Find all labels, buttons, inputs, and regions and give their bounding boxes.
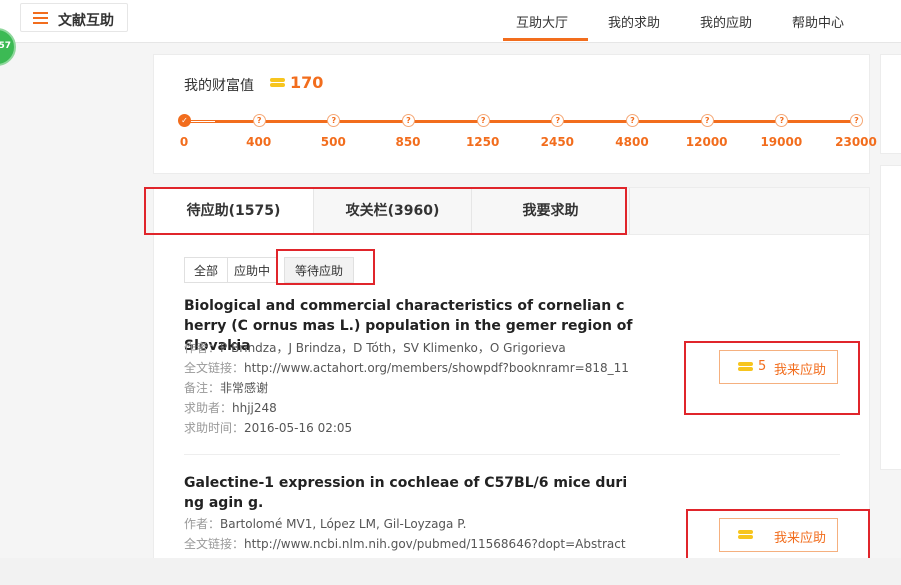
tab-pending[interactable]: 待应助(1575) — [154, 188, 314, 234]
requester-label: 求助者： — [184, 401, 233, 415]
level-node-reached: ✓ — [178, 114, 191, 127]
level-threshold-label: 0 — [179, 135, 189, 149]
request-author: 作者：Bartolomé MV1, López LM, Gil-Loyzaga … — [184, 514, 466, 534]
nav-help-hall[interactable]: 互助大厅 — [516, 12, 568, 31]
wealth-label: 我的财富值 — [184, 78, 254, 94]
tab-request-help[interactable]: 我要求助 — [472, 188, 630, 234]
level-threshold-label: 500 — [320, 135, 346, 149]
level-node: ? — [551, 114, 565, 127]
author-value: P Brindza，J Brindza，D Tóth，SV Klimenko，O… — [220, 341, 566, 355]
request-link: 全文链接：http://www.actahort.org/members/sho… — [184, 358, 629, 378]
request-link: 全文链接：http://www.ncbi.nlm.nih.gov/pubmed/… — [184, 534, 626, 554]
requester-value: hhjj248 — [232, 401, 277, 415]
request-title[interactable]: Galectine-1 expression in cochleae of C5… — [184, 473, 634, 513]
reward-amount: 5 — [758, 359, 767, 374]
level-threshold-label: 400 — [246, 135, 272, 149]
active-nav-indicator — [503, 38, 588, 41]
tab-hard-cases[interactable]: 攻关栏(3960) — [314, 188, 472, 234]
divider — [184, 454, 840, 455]
level-threshold-label: 1250 — [465, 135, 500, 149]
level-threshold-label: 12000 — [685, 135, 728, 149]
note-value: 非常感谢 — [220, 381, 269, 395]
nav-my-requests[interactable]: 我的求助 — [608, 12, 660, 31]
author-label: 作者： — [184, 341, 221, 355]
footer-bar — [0, 558, 901, 585]
nav-my-responses[interactable]: 我的应助 — [700, 12, 752, 31]
hamburger-menu-icon — [33, 12, 48, 24]
level-threshold-label: 19000 — [760, 135, 803, 149]
coin-icon — [738, 362, 753, 374]
answer-request-button[interactable]: 我来应助 — [719, 518, 838, 552]
wealth-card: 我的财富值 170 ✓ 0? 400? 500? 850? 1250? 2450? 4800?… — [153, 54, 877, 174]
answer-request-button[interactable]: 5 我来应助 — [719, 350, 838, 384]
time-label: 求助时间： — [184, 421, 245, 435]
level-threshold-label: 4800 — [615, 135, 649, 149]
time-value: 2016-05-16 02:05 — [244, 421, 353, 435]
level-node: ? — [775, 114, 789, 127]
top-navbar: 文献互助 互助大厅 我的求助 我的应助 帮助中心 — [0, 0, 901, 43]
request-author: 作者：P Brindza，J Brindza，D Tóth，SV Klimenk… — [184, 338, 566, 358]
answer-button-label: 我来应助 — [774, 531, 827, 546]
nav-help-center[interactable]: 帮助中心 — [792, 12, 844, 31]
wealth-value: 170 — [290, 73, 324, 92]
logo-label: 文献互助 — [58, 13, 114, 29]
filter-all[interactable]: 全部 — [184, 257, 228, 283]
request-time: 求助时间：2016-05-16 02:05 — [184, 418, 352, 438]
level-node: ? — [700, 114, 714, 127]
level-threshold-label: 23000 — [835, 135, 877, 149]
filter-waiting[interactable]: 等待应助 — [284, 257, 354, 283]
note-label: 备注： — [184, 381, 221, 395]
library-menu-button[interactable]: 文献互助 — [20, 3, 128, 32]
level-node: ? — [476, 114, 490, 127]
wealth-progress-track — [184, 120, 856, 123]
tab-bar: 待应助(1575) 攻关栏(3960) 我要求助 — [154, 188, 869, 235]
right-panel — [880, 54, 901, 154]
link-label: 全文链接： — [184, 537, 245, 551]
coin-icon — [270, 78, 285, 90]
filter-in-progress[interactable]: 应助中 — [227, 257, 277, 283]
request-note: 备注：非常感谢 — [184, 378, 268, 398]
link-value[interactable]: http://www.actahort.org/members/showpdf?… — [244, 361, 629, 375]
link-value[interactable]: http://www.ncbi.nlm.nih.gov/pubmed/11568… — [244, 537, 626, 551]
author-value: Bartolomé MV1, López LM, Gil-Loyzaga P. — [220, 517, 467, 531]
badge-count: 57 — [0, 41, 11, 51]
coin-icon — [738, 530, 753, 542]
level-node: ? — [252, 114, 266, 127]
link-label: 全文链接： — [184, 361, 245, 375]
right-panel-lower — [880, 165, 901, 470]
request-requester: 求助者：hhjj248 — [184, 398, 277, 418]
level-node: ? — [850, 114, 863, 127]
author-label: 作者： — [184, 517, 221, 531]
level-node: ? — [626, 114, 639, 127]
level-node: ? — [327, 114, 341, 127]
level-threshold-label: 2450 — [540, 135, 575, 149]
answer-button-label: 我来应助 — [774, 363, 827, 378]
level-node: ? — [402, 114, 415, 127]
requests-panel: 待应助(1575) 攻关栏(3960) 我要求助 全部 应助中 等待应助 Bio… — [153, 187, 870, 567]
level-threshold-label: 850 — [395, 135, 421, 149]
